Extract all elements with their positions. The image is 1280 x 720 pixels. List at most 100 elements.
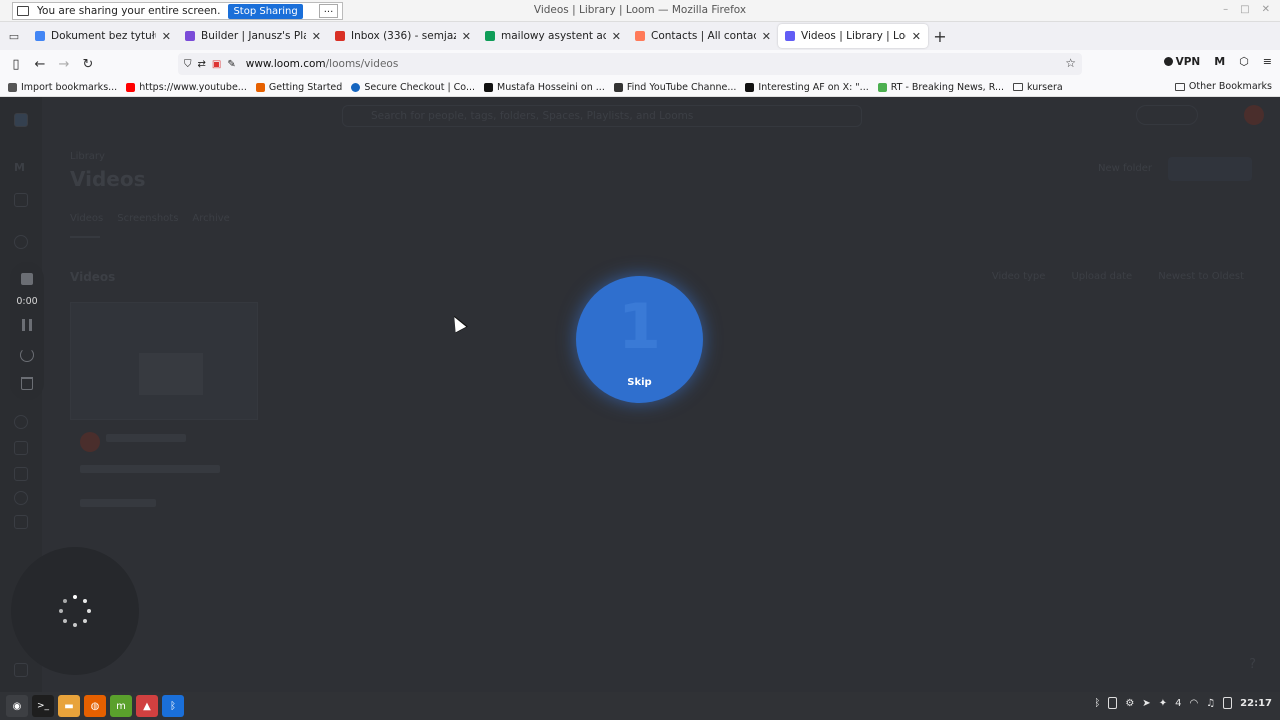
- back-icon[interactable]: ←: [28, 57, 52, 72]
- tab-gmail[interactable]: Inbox (336) - semjaza77@gmail.com ✕: [328, 24, 478, 48]
- youtube-icon: [126, 82, 136, 92]
- bookmark-rt[interactable]: RT - Breaking News, R...: [877, 82, 1004, 93]
- share-icon[interactable]: [14, 467, 28, 481]
- new-tab-button[interactable]: +: [928, 27, 952, 46]
- settings-icon[interactable]: [14, 491, 28, 505]
- bookmark-star-icon[interactable]: ☆: [1065, 56, 1076, 70]
- workspace-icon[interactable]: M: [14, 161, 28, 175]
- video-stats-placeholder: [80, 499, 156, 507]
- screen-share-icon[interactable]: ▣: [212, 59, 221, 70]
- clock[interactable]: 22:17: [1240, 698, 1272, 709]
- stop-recording-icon[interactable]: [21, 273, 33, 285]
- builder-favicon-icon: [185, 31, 195, 41]
- close-window-icon[interactable]: ✕: [1262, 4, 1270, 15]
- record-icon[interactable]: [14, 663, 28, 677]
- tab-videos[interactable]: Videos: [70, 213, 103, 224]
- pause-icon[interactable]: [22, 319, 32, 331]
- tab-hubspot[interactable]: Contacts | All contacts ✕: [628, 24, 778, 48]
- trash-icon[interactable]: [21, 377, 33, 390]
- update-icon[interactable]: ⚙: [1125, 698, 1134, 709]
- sidebar-toggle-icon[interactable]: ▯: [4, 57, 28, 72]
- video-thumbnail[interactable]: [70, 302, 258, 420]
- profile-icon[interactable]: M: [1214, 55, 1225, 68]
- breadcrumb[interactable]: Library: [70, 151, 105, 162]
- loom-favicon-icon: [785, 31, 795, 41]
- page-title: Videos: [70, 167, 146, 191]
- clipboard-icon[interactable]: [1108, 697, 1118, 709]
- restart-icon[interactable]: [20, 348, 34, 362]
- filter-upload-date[interactable]: Upload date: [1071, 271, 1132, 282]
- new-folder-button[interactable]: New folder: [1098, 163, 1152, 174]
- rt-icon: [877, 82, 887, 92]
- import-icon: [8, 82, 17, 92]
- close-tab-icon[interactable]: ✕: [612, 30, 621, 43]
- mint-menu-icon[interactable]: ◉: [6, 695, 28, 717]
- other-bookmarks[interactable]: Other Bookmarks: [1174, 81, 1272, 92]
- firefox-icon[interactable]: ◍: [84, 695, 106, 717]
- telegram-icon[interactable]: ➤: [1142, 698, 1150, 709]
- close-tab-icon[interactable]: ✕: [462, 30, 471, 43]
- bookmark-import[interactable]: Import bookmarks...: [8, 82, 117, 93]
- bookmark-kursera[interactable]: kursera: [1013, 82, 1063, 93]
- notification-icon[interactable]: ✦: [1159, 698, 1167, 709]
- image-viewer-icon[interactable]: ▲: [136, 695, 158, 717]
- menu-icon[interactable]: ≡: [1263, 55, 1272, 68]
- bookmark-mustafa[interactable]: Mustafa Hosseini on ...: [484, 82, 605, 93]
- thumbnail-preview: [139, 353, 203, 395]
- filter-video-type[interactable]: Video type: [992, 271, 1046, 282]
- vpn-button[interactable]: VPN: [1163, 56, 1200, 68]
- tab-loom[interactable]: Videos | Library | Loom ✕: [778, 24, 928, 48]
- permissions-icon[interactable]: ⇄: [198, 59, 206, 70]
- close-tab-icon[interactable]: ✕: [762, 30, 771, 43]
- url-text[interactable]: www.loom.com/looms/videos: [246, 58, 399, 70]
- tab-screenshots[interactable]: Screenshots: [117, 213, 178, 224]
- bluetooth-app-icon[interactable]: ᛒ: [162, 695, 184, 717]
- bookmark-getting-started[interactable]: Getting Started: [255, 82, 342, 93]
- close-tab-icon[interactable]: ✕: [312, 30, 321, 43]
- help-icon[interactable]: ?: [1249, 657, 1256, 672]
- globe-icon[interactable]: [14, 415, 28, 429]
- tab-label: Contacts | All contacts: [651, 30, 756, 42]
- software-manager-icon[interactable]: m: [110, 695, 132, 717]
- tab-builder[interactable]: Builder | Janusz's Platform ✕: [178, 24, 328, 48]
- forward-icon[interactable]: →: [52, 57, 76, 72]
- vpn-icon: [1163, 57, 1173, 66]
- close-tab-icon[interactable]: ✕: [912, 30, 921, 43]
- bluetooth-icon[interactable]: ᛒ: [1094, 698, 1100, 709]
- wifi-icon[interactable]: ◠: [1189, 698, 1198, 709]
- mic-muted-icon[interactable]: ✎: [227, 59, 235, 70]
- minimize-icon[interactable]: –: [1223, 4, 1228, 15]
- bookmark-interesting-af[interactable]: Interesting AF on X: "...: [745, 82, 869, 93]
- terminal-icon[interactable]: >_: [32, 695, 54, 717]
- loom-search-input[interactable]: Search for people, tags, folders, Spaces…: [342, 105, 862, 127]
- avatar[interactable]: [1244, 105, 1264, 125]
- extensions-icon[interactable]: ⬡: [1239, 55, 1249, 68]
- inbox-icon[interactable]: [14, 515, 28, 529]
- sound-icon[interactable]: ♫: [1206, 698, 1215, 709]
- bookmark-find-youtube[interactable]: Find YouTube Channe...: [613, 82, 736, 93]
- camera-bubble[interactable]: [11, 547, 139, 675]
- reload-icon[interactable]: ↻: [76, 57, 100, 72]
- files-icon[interactable]: ▬: [58, 695, 80, 717]
- tab-archive[interactable]: Archive: [192, 213, 229, 224]
- tab-list-icon[interactable]: ▭: [0, 22, 28, 50]
- shield-icon[interactable]: ⛉: [184, 59, 192, 70]
- tab-label: Dokument bez tytułu - Dokumenty Google: [51, 30, 156, 42]
- tab-google-docs[interactable]: Dokument bez tytułu - Dokumenty Google ✕: [28, 24, 178, 48]
- close-tab-icon[interactable]: ✕: [162, 30, 171, 43]
- maximize-icon[interactable]: □: [1240, 4, 1249, 15]
- battery-icon[interactable]: [1223, 697, 1233, 709]
- people-icon[interactable]: [14, 193, 28, 207]
- sort-order[interactable]: Newest to Oldest: [1158, 271, 1244, 282]
- skip-countdown-button[interactable]: Skip: [576, 377, 703, 388]
- home-icon[interactable]: [14, 235, 28, 249]
- spaces-icon[interactable]: [14, 441, 28, 455]
- countdown-circle: 1 Skip: [576, 276, 703, 403]
- bookmark-youtube[interactable]: https://www.youtube...: [126, 82, 247, 93]
- upgrade-button[interactable]: [1136, 105, 1198, 125]
- address-bar[interactable]: ⛉ ⇄ ▣ ✎ www.loom.com/looms/videos ☆: [178, 53, 1082, 75]
- loom-logo-icon: [14, 113, 28, 127]
- tab-sheets[interactable]: mailowy asystent activepieces ✕: [478, 24, 628, 48]
- new-video-button[interactable]: [1168, 157, 1252, 181]
- bookmark-secure-checkout[interactable]: Secure Checkout | Co...: [351, 82, 475, 93]
